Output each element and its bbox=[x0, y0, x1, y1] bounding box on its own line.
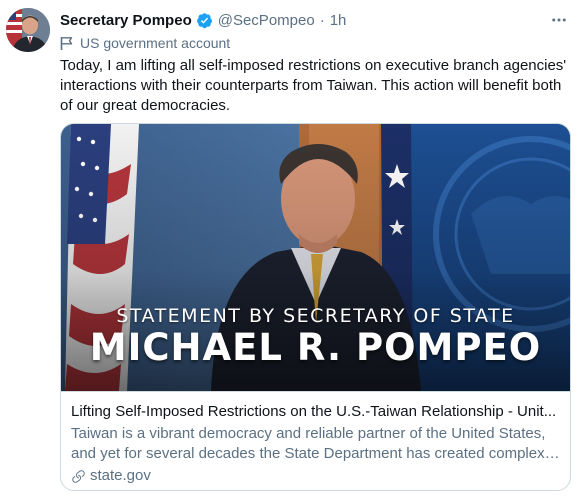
link-card[interactable]: STATEMENT BY SECRETARY OF STATE MICHAEL … bbox=[60, 123, 571, 491]
card-domain-text: state.gov bbox=[90, 467, 151, 484]
link-icon bbox=[72, 469, 85, 483]
card-image-title: MICHAEL R. POMPEO bbox=[89, 326, 542, 369]
more-options-icon[interactable] bbox=[545, 9, 573, 31]
card-title: Lifting Self-Imposed Restrictions on the… bbox=[71, 403, 557, 420]
flag-icon bbox=[60, 36, 73, 50]
display-name[interactable]: Secretary Pompeo bbox=[60, 12, 192, 29]
avatar[interactable] bbox=[6, 8, 50, 52]
card-description-line-1: Taiwan is a vibrant democracy and reliab… bbox=[71, 425, 546, 442]
card-image-subtitle: STATEMENT BY SECRETARY OF STATE bbox=[116, 305, 515, 327]
handle[interactable]: @SecPompeo bbox=[218, 12, 315, 29]
tweet-header: Secretary Pompeo @SecPompeo · 1h bbox=[60, 9, 573, 31]
card-domain: state.gov bbox=[71, 466, 560, 486]
government-account-text: US government account bbox=[80, 35, 231, 51]
card-image[interactable]: STATEMENT BY SECRETARY OF STATE MICHAEL … bbox=[61, 124, 570, 391]
card-meta[interactable]: Lifting Self-Imposed Restrictions on the… bbox=[61, 391, 570, 490]
timestamp[interactable]: 1h bbox=[330, 12, 347, 29]
tweet[interactable]: Secretary Pompeo @SecPompeo · 1h US gove… bbox=[0, 0, 583, 502]
tweet-text: Today, I am lifting all self-imposed res… bbox=[60, 57, 567, 114]
card-description: Taiwan is a vibrant democracy and reliab… bbox=[71, 424, 560, 464]
card-description-line-2: and yet for several decades the State De… bbox=[71, 445, 560, 462]
separator-dot: · bbox=[319, 11, 325, 29]
verified-badge-icon bbox=[196, 12, 213, 29]
government-account-label[interactable]: US government account bbox=[60, 33, 230, 53]
